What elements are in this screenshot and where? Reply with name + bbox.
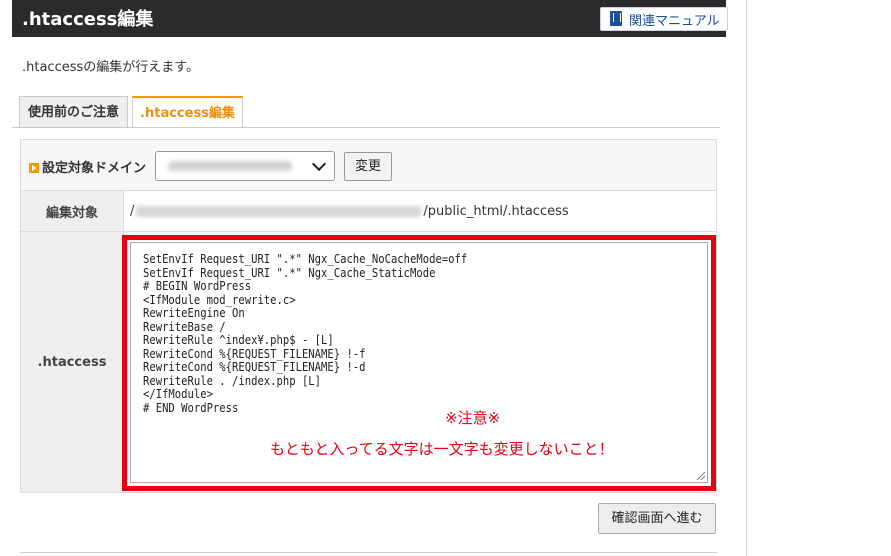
book-icon bbox=[610, 11, 622, 26]
target-label: 編集対象 bbox=[20, 190, 124, 232]
bottom-divider bbox=[20, 552, 717, 553]
resize-grip-icon[interactable] bbox=[697, 472, 705, 480]
main-panel: .htaccess編集 関連マニュアル .htaccessの編集が行えます。 使… bbox=[0, 0, 747, 556]
domain-label-wrap: 設定対象ドメイン bbox=[29, 157, 146, 176]
page-title: .htaccess編集 bbox=[22, 9, 154, 30]
annotation-message: もともと入ってる文字は一文字も変更しないこと！ bbox=[270, 440, 614, 458]
arrow-bullet-icon bbox=[29, 163, 39, 173]
target-path-suffix: /public_html/.htaccess bbox=[423, 204, 569, 219]
confirm-button[interactable]: 確認画面へ進む bbox=[598, 503, 716, 534]
page-header: .htaccess編集 関連マニュアル bbox=[12, 0, 728, 37]
domain-row: 設定対象ドメイン 変更 bbox=[20, 139, 717, 191]
domain-label: 設定対象ドメイン bbox=[42, 161, 147, 176]
annotation-title: ※注意※ bbox=[445, 409, 501, 427]
tab-htaccess-edit[interactable]: .htaccess編集 bbox=[132, 96, 243, 128]
target-path: / /public_html/.htaccess bbox=[130, 204, 569, 219]
related-manual-label: 関連マニュアル bbox=[629, 14, 720, 29]
htaccess-content: SetEnvIf Request_URI ".*" Ngx_Cache_NoCa… bbox=[143, 252, 468, 415]
domain-select-value-redacted bbox=[168, 161, 292, 171]
target-path-prefix: / bbox=[130, 204, 135, 219]
related-manual-button[interactable]: 関連マニュアル bbox=[600, 7, 728, 31]
tab-precautions[interactable]: 使用前のご注意 bbox=[19, 96, 128, 127]
domain-select[interactable] bbox=[155, 151, 335, 181]
tab-divider bbox=[12, 127, 720, 128]
target-path-redacted bbox=[136, 206, 422, 217]
page-description: .htaccessの編集が行えます。 bbox=[22, 60, 199, 75]
change-button[interactable]: 変更 bbox=[344, 152, 392, 181]
chevron-down-icon bbox=[311, 156, 327, 172]
htaccess-label: .htaccess bbox=[20, 231, 124, 493]
